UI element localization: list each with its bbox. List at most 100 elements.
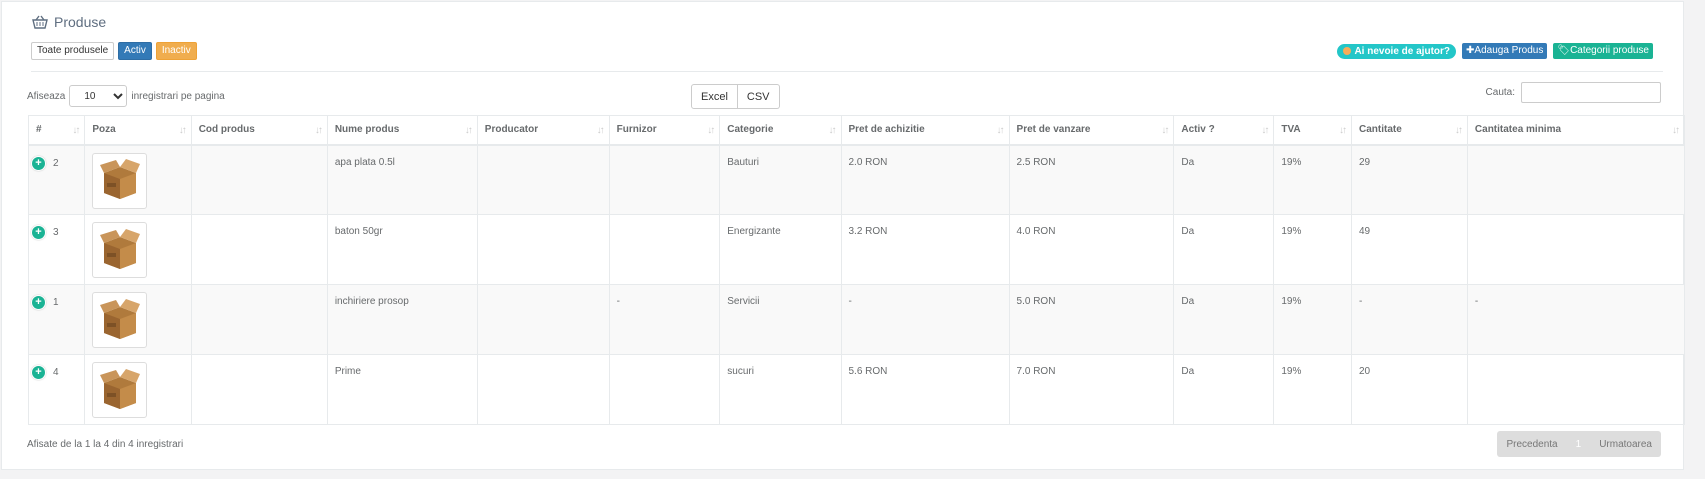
cell-producator [476, 214, 610, 285]
table-row[interactable]: +2 apa plata 0.5l Bauturi 2.0 RON 2.5 RON Da 1… [27, 144, 1686, 215]
cell-cantitate: 49 [1350, 214, 1468, 285]
cell-tva: 19% [1273, 214, 1352, 285]
cell-cod [190, 284, 328, 355]
column-label: Cod produs [198, 124, 255, 136]
col-photo-header[interactable]: Poza ↓↑ [84, 115, 192, 146]
sort-icon: ↓↑ [596, 125, 605, 136]
cell-categorie: Energizante [719, 214, 842, 285]
header-actions: Ai nevoie de ajutor? ✚Adauga Produs 🏷Cat… [1337, 43, 1653, 59]
cell-cod [190, 144, 328, 215]
csv-button[interactable]: CSV [737, 84, 780, 109]
row-id: 4 [53, 367, 59, 378]
cell-categorie: Servicii [719, 284, 842, 355]
add-product-label: Adauga Produs [1474, 45, 1544, 56]
product-thumbnail[interactable] [92, 222, 148, 278]
column-label: Poza [92, 124, 116, 136]
basket-icon [32, 15, 48, 29]
cell-cantitate: 20 [1350, 354, 1468, 425]
cell-furnizor [608, 214, 721, 285]
cardboard-box-icon [98, 297, 142, 344]
expand-row-icon[interactable]: + [32, 296, 45, 309]
col-active-header[interactable]: Activ ? ↓↑ [1173, 115, 1275, 146]
col-producer-header[interactable]: Producator ↓↑ [476, 115, 610, 146]
header-divider [31, 71, 1663, 72]
cell-photo [84, 284, 192, 355]
sort-icon: ↓↑ [1672, 125, 1680, 136]
tag-icon: 🏷 [1557, 45, 1571, 56]
expand-row-icon[interactable]: + [32, 366, 45, 379]
cell-vanzare: 5.0 RON [1008, 284, 1175, 355]
column-label: Cantitate [1358, 124, 1402, 136]
table-info: Afisate de la 1 la 4 din 4 inregistrari [27, 439, 184, 450]
col-id-header[interactable]: # ↓↑ [27, 115, 86, 146]
cell-photo [84, 144, 192, 215]
cell-achizitie: 3.2 RON [840, 214, 1010, 285]
cell-tva: 19% [1273, 354, 1352, 425]
product-categories-button[interactable]: 🏷Categorii produse [1553, 43, 1653, 59]
sort-icon: ↓↑ [707, 125, 715, 136]
column-label: Furnizor [616, 124, 657, 136]
cell-categorie: Bauturi [719, 144, 842, 215]
cell-vanzare: 7.0 RON [1008, 354, 1175, 425]
table-row[interactable]: +3 baton 50gr Energizante 3.2 RON 4.0 RON Da 1… [27, 214, 1686, 285]
cardboard-box-icon [98, 157, 142, 204]
cell-vanzare: 2.5 RON [1008, 144, 1175, 215]
sort-icon: ↓↑ [72, 125, 80, 136]
filter-all-button[interactable]: Toate produsele [31, 42, 115, 60]
col-category-header[interactable]: Categorie ↓↑ [719, 115, 842, 146]
next-page-button[interactable]: Urmatoarea [1590, 439, 1661, 450]
cell-id: +1 [27, 284, 86, 355]
product-thumbnail[interactable] [92, 362, 148, 418]
table-row[interactable]: +4 Prime sucuri 5.6 RON 7.0 RON Da 19% 20 [27, 354, 1686, 425]
products-panel: Produse Toate produsele Activ Inactiv Ai… [1, 1, 1686, 470]
column-label: Cantitatea minima [1474, 124, 1562, 136]
filter-inactive-button[interactable]: Inactiv [155, 42, 197, 60]
product-thumbnail[interactable] [92, 292, 148, 348]
cell-minima [1466, 144, 1686, 215]
cell-furnizor: - [608, 284, 721, 355]
column-label: Activ ? [1181, 124, 1215, 136]
help-button[interactable]: Ai nevoie de ajutor? [1337, 43, 1457, 59]
page-length-control: Afiseaza 10 inregistrari pe pagina [27, 85, 225, 107]
prev-page-button[interactable]: Precedenta [1497, 439, 1566, 450]
column-label: TVA [1281, 124, 1301, 136]
col-min-quantity-header[interactable]: Cantitatea minima ↓↑ [1466, 115, 1686, 146]
expand-row-icon[interactable]: + [32, 226, 45, 239]
col-quantity-header[interactable]: Cantitate ↓↑ [1350, 115, 1468, 146]
sort-icon: ↓↑ [828, 125, 837, 136]
row-id: 3 [53, 227, 59, 238]
table-body: +2 apa plata 0.5l Bauturi 2.0 RON 2.5 RON Da 1… [27, 144, 1686, 425]
table-row[interactable]: +1 inchiriere prosop - Servicii -5.0 RON Da 19… [27, 284, 1686, 355]
add-product-button[interactable]: ✚Adauga Produs [1462, 43, 1548, 59]
pagination: Precedenta 1 Urmatoarea [1497, 431, 1661, 457]
col-code-header[interactable]: Cod produs ↓↑ [190, 115, 328, 146]
expand-row-icon[interactable]: + [32, 156, 45, 170]
filter-active-button[interactable]: Activ [118, 42, 152, 60]
col-purchase-price-header[interactable]: Pret de achizitie ↓↑ [840, 115, 1010, 146]
cell-activ: Da [1173, 354, 1275, 425]
cell-id: +2 [27, 144, 86, 215]
cell-nume: baton 50gr [326, 214, 478, 285]
sort-icon: ↓↑ [1454, 125, 1463, 136]
cell-achizitie: 5.6 RON [840, 354, 1010, 425]
cell-id: +4 [27, 354, 86, 425]
cell-activ: Da [1173, 214, 1275, 285]
column-label: Nume produs [334, 124, 400, 136]
page-number-button[interactable]: 1 [1567, 439, 1591, 450]
cell-achizitie: - [840, 284, 1010, 355]
table-header-row: # ↓↑ Poza ↓↑ Cod produs ↓↑ Nume produs ↓↑ Produc… [27, 115, 1686, 146]
page-length-select[interactable]: 10 [69, 85, 128, 107]
product-thumbnail[interactable] [92, 152, 148, 209]
cell-cod [190, 214, 328, 285]
col-sale-price-header[interactable]: Pret de vanzare ↓↑ [1008, 115, 1175, 146]
cell-producator [476, 284, 610, 355]
categories-label: Categorii produse [1570, 45, 1649, 56]
column-label: Pret de vanzare [1016, 124, 1091, 136]
col-vat-header[interactable]: TVA ↓↑ [1273, 115, 1352, 146]
export-buttons: Excel CSV [691, 84, 780, 109]
cell-vanzare: 4.0 RON [1008, 214, 1175, 285]
excel-button[interactable]: Excel [691, 84, 738, 109]
search-input[interactable] [1521, 82, 1661, 103]
col-name-header[interactable]: Nume produs ↓↑ [326, 115, 478, 146]
col-supplier-header[interactable]: Furnizor ↓↑ [608, 115, 721, 146]
